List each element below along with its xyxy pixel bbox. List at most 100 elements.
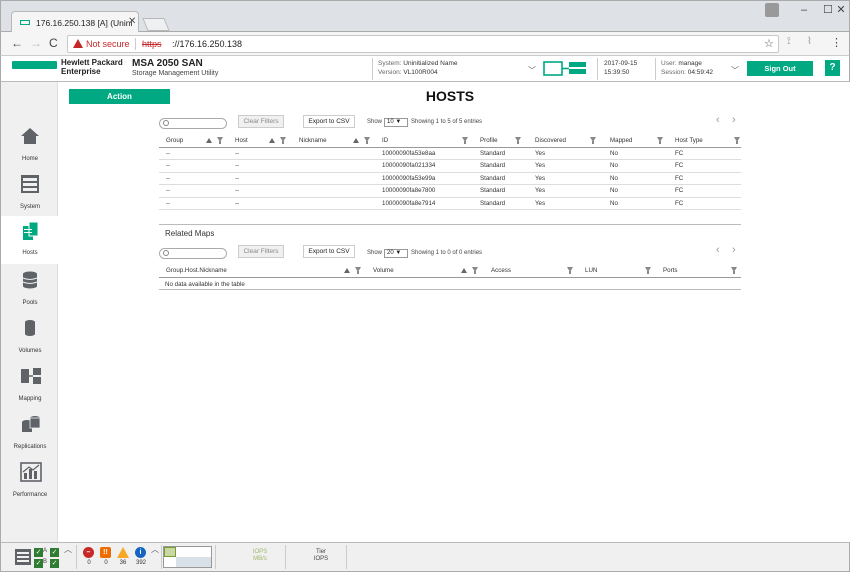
hosts-search-input[interactable] [159,118,227,129]
table-row[interactable]: -- -- 10000090fa8e7800 Standard Yes No FC [159,185,741,198]
reload-icon[interactable]: C [49,36,58,50]
storage-health-icon[interactable] [15,549,31,565]
back-icon[interactable]: ← [11,36,23,50]
chevron-up-icon[interactable]: ︿ [64,544,72,555]
filter-icon[interactable] [217,137,223,144]
pdf-extension-icon[interactable]: ⌇ [807,36,812,47]
filter-icon[interactable] [364,137,370,144]
maps-page-size-select[interactable]: 20 ▼ [384,249,408,258]
maps-export-csv-button[interactable]: Export to CSV [303,245,355,258]
column-header-volume[interactable]: Volume [373,267,394,274]
iops-activity[interactable]: IOPS MB/s [245,549,275,563]
column-header-id[interactable]: ID [382,137,388,144]
page-size-select[interactable]: 10 ▼ [384,118,408,127]
tier-iops[interactable]: Tier IOPS [306,549,336,563]
forward-icon[interactable]: → [30,36,42,50]
cell-mapped: No [610,162,618,170]
filter-icon[interactable] [734,137,740,144]
sidebar-item-system[interactable]: System [1,170,59,218]
critical-icon[interactable]: – [83,547,94,558]
column-header-mapped[interactable]: Mapped [610,137,632,144]
product-name: MSA 2050 SAN [132,58,203,69]
chevron-down-icon[interactable]: ﹀ [731,65,739,76]
tab-close-icon[interactable]: ✕ [128,16,136,27]
sidebar-item-volumes[interactable]: Volumes [1,314,59,362]
filter-icon[interactable] [280,137,286,144]
bookmark-star-icon[interactable]: ☆ [764,37,774,50]
warning-icon[interactable] [117,547,129,558]
filter-icon[interactable] [567,267,573,274]
sort-asc-icon[interactable] [269,138,275,143]
column-header-access[interactable]: Access [491,267,511,274]
help-button[interactable]: ? [825,60,840,76]
table-row[interactable]: -- -- 10000090fa8e7914 Standard Yes No FC [159,198,741,210]
filter-icon[interactable] [590,137,596,144]
column-header-nickname[interactable]: Nickname [299,137,327,144]
omnibox[interactable]: Not secure https ://176.16.250.138 ☆ [67,35,779,53]
close-window-icon[interactable]: ✕ [831,1,850,21]
address-bar: ← → C Not secure https ://176.16.250.138… [0,32,850,56]
column-header-host-type[interactable]: Host Type [675,137,703,144]
browser-menu-icon[interactable]: ⋮ [831,36,842,49]
clear-filters-button[interactable]: Clear Filters [238,115,284,128]
security-label[interactable]: Not secure [86,39,130,49]
column-header-discovered[interactable]: Discovered [535,137,566,144]
browser-tab[interactable]: 176.16.250.138 [A] (Unini ✕ [11,11,139,33]
maps-clear-filters-button[interactable]: Clear Filters [238,245,284,258]
export-csv-button[interactable]: Export to CSV [303,115,355,128]
maps-search-input[interactable] [159,248,227,259]
filter-icon[interactable] [472,267,478,274]
new-tab-button[interactable] [142,18,170,31]
extension-icon[interactable]: ⟟ [787,36,791,47]
column-header-host[interactable]: Host [235,137,248,144]
maps-next-page-icon[interactable]: › [732,244,736,256]
capacity-meter[interactable] [163,546,212,568]
system-info: System: Uninitialized Name Version: VL10… [378,60,458,76]
controller-a-label: A [43,548,48,554]
filter-icon[interactable] [645,267,651,274]
filter-icon[interactable] [355,267,361,274]
footer-divider [161,545,162,569]
cell-mapped: No [610,187,618,195]
cell-group: -- [166,150,171,157]
cell-id: 10000090fa021334 [382,162,436,170]
sort-asc-icon[interactable] [353,138,359,143]
sidebar-item-performance[interactable]: Performance [1,458,59,506]
column-header-lun[interactable]: LUN [585,267,597,274]
column-header-profile[interactable]: Profile [480,137,498,144]
column-header-ports[interactable]: Ports [663,267,677,274]
sidebar-item-hosts[interactable]: Hosts [1,216,59,264]
filter-icon[interactable] [657,137,663,144]
sign-out-button[interactable]: Sign Out [747,61,813,76]
sort-asc-icon[interactable] [206,138,212,143]
sidebar-item-mapping[interactable]: Mapping [1,362,59,410]
column-header-group-host-nickname[interactable]: Group.Host.Nickname [166,267,227,274]
profile-icon[interactable] [765,3,779,17]
sort-asc-icon[interactable] [344,268,350,273]
sidebar-item-home[interactable]: Home [1,122,59,170]
hpe-logo-icon [12,61,57,69]
sidebar-item-pools[interactable]: Pools [1,266,59,314]
filter-icon[interactable] [515,137,521,144]
chevron-up-icon[interactable]: ︿ [151,544,159,555]
info-icon[interactable]: i [135,547,146,558]
next-page-icon[interactable]: › [732,114,736,126]
maps-table-header: Group.Host.Nickname Volume Access LUN Po… [159,264,741,278]
system-icon [21,175,39,193]
chevron-down-icon[interactable]: ﹀ [528,65,536,76]
table-row[interactable]: -- -- 10000090fa53e8aa Standard Yes No FC [159,148,741,161]
url-host: ://176.16.250.138 [172,39,243,49]
enclosure-icon[interactable] [543,60,587,78]
column-header-group[interactable]: Group [166,137,183,144]
previous-page-icon[interactable]: ‹ [716,114,720,126]
maps-previous-page-icon[interactable]: ‹ [716,244,720,256]
error-icon[interactable]: !! [100,547,111,558]
sidebar-item-replications[interactable]: Replications [1,410,59,458]
action-button[interactable]: Action [69,89,170,104]
filter-icon[interactable] [731,267,737,274]
footer-divider [285,545,286,569]
table-row[interactable]: -- -- 10000090fa53e99a Standard Yes No FC [159,173,741,186]
filter-icon[interactable] [462,137,468,144]
sort-asc-icon[interactable] [461,268,467,273]
table-row[interactable]: -- -- 10000090fa021334 Standard Yes No FC [159,160,741,173]
